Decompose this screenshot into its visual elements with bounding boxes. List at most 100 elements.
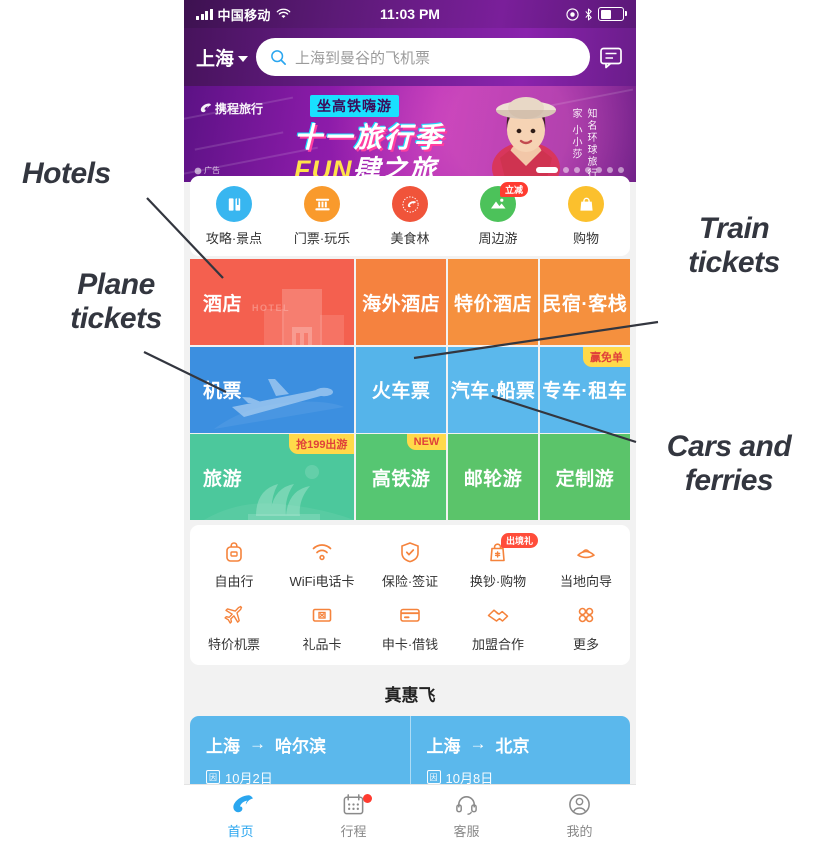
tile-highspeed-rail-tour[interactable]: NEW 高铁游 — [355, 434, 447, 520]
annotation-cars-and-ferries: Cars and ferries — [666, 430, 792, 497]
tile-discount-hotel[interactable]: 特价酒店 — [447, 259, 539, 345]
tile-cruise-label: 邮轮游 — [463, 468, 523, 490]
service-credit-loan[interactable]: 申卡·借钱 — [366, 596, 454, 659]
quick-entry-card: 攻略·景点 门票·玩乐 美食林 立减 周边游 购物 — [190, 176, 630, 256]
tile-overseas-hotel-label: 海外酒店 — [362, 293, 441, 315]
ad-label-text: 广告 — [204, 166, 220, 175]
quick-entry-tickets[interactable]: 门票·玩乐 — [278, 186, 366, 247]
category-tile-grid: HOTEL 酒店 海外酒店 特价酒店 民宿·客栈 机票 火车票 汽车·船票 赢免… — [190, 259, 630, 522]
deals-section: 真惠飞 上海 → 哈尔滨 因 10月2日 上海 → 北京 因 10月8日 — [184, 675, 636, 802]
tile-car-rental[interactable]: 赢免单 专车·租车 — [539, 346, 630, 433]
ad-label: 广告 — [194, 165, 220, 176]
service-currency-shopping[interactable]: 出境礼 换钞·购物 — [454, 532, 542, 596]
tile-custom-tour[interactable]: 定制游 — [539, 434, 630, 520]
deal-origin: 上海 — [206, 736, 240, 756]
tab-profile[interactable]: 我的 — [523, 785, 636, 846]
tile-car-rental-badge: 赢免单 — [583, 346, 630, 367]
do-not-disturb-icon — [566, 7, 579, 21]
tile-tour-badge: 抢199出游 — [289, 434, 355, 454]
service-local-guide[interactable]: 当地向导 — [542, 533, 630, 596]
tile-flight-label: 机票 — [203, 381, 243, 402]
service-discount-flight[interactable]: 特价机票 — [190, 596, 278, 659]
service-local-guide-label: 当地向导 — [559, 573, 612, 589]
phone-screen: 中国移动 11:03 PM 上海 上海到曼谷的飞机票 携程旅行 坐高铁嗨游 十一… — [184, 0, 636, 846]
shield-check-icon — [401, 541, 419, 562]
app-header: 上海 上海到曼谷的飞机票 — [184, 28, 636, 86]
service-more-label: 更多 — [572, 636, 599, 652]
service-insurance-visa-label: 保险·签证 — [381, 573, 439, 589]
tickets-fun-icon — [304, 186, 340, 222]
credit-card-icon — [400, 608, 420, 622]
service-wifi-simcard[interactable]: WiFi电话卡 — [278, 533, 366, 596]
deal-origin: 上海 — [426, 736, 461, 756]
service-wifi-simcard-label: WiFi电话卡 — [289, 573, 355, 589]
quick-entry-food-label: 美食林 — [390, 231, 430, 246]
search-input[interactable]: 上海到曼谷的飞机票 — [256, 38, 590, 76]
headset-icon — [456, 795, 477, 815]
guide-attractions-icon — [216, 186, 252, 222]
tab-profile-label: 我的 — [566, 823, 593, 839]
message-icon[interactable] — [598, 44, 624, 70]
service-free-travel[interactable]: 自由行 — [190, 533, 278, 596]
ctrip-dolphin-icon — [200, 103, 211, 113]
ad-dolphin-icon — [194, 167, 202, 174]
svg-text:HOTEL: HOTEL — [252, 303, 290, 313]
tile-tour[interactable]: 抢199出游 旅游 — [190, 434, 355, 520]
transport-tile-row: 机票 火车票 汽车·船票 赢免单 专车·租车 — [190, 346, 630, 433]
service-icon-card: 自由行 WiFi电话卡 保险·签证 出境礼 换钞·购物 当地向导 特价机票 礼品… — [190, 524, 630, 665]
ctrip-brand-logo: 携程旅行 — [198, 100, 263, 117]
banner-dots[interactable] — [536, 167, 624, 173]
quick-entry-nearby-label: 周边游 — [478, 231, 518, 246]
tab-trips[interactable]: 行程 — [297, 785, 410, 846]
wifi-icon — [312, 543, 332, 560]
bluetooth-icon — [585, 8, 592, 20]
tile-homestay-inn[interactable]: 民宿·客栈 — [539, 259, 630, 345]
shopping-bag-icon — [568, 186, 604, 222]
deal-route: 上海 → 哈尔滨 — [206, 732, 410, 757]
service-franchise-label: 加盟合作 — [471, 636, 524, 652]
wifi-icon — [276, 8, 291, 19]
service-insurance-visa[interactable]: 保险·签证 — [366, 533, 454, 596]
deals-title: 真惠飞 — [384, 685, 436, 705]
status-bar-left: 中国移动 — [196, 5, 291, 24]
quick-entry-nearby[interactable]: 立减 周边游 — [454, 182, 542, 247]
service-more[interactable]: 更多 — [542, 596, 630, 659]
service-discount-flight-label: 特价机票 — [207, 636, 260, 652]
tile-highspeed-rail-tour-badge: NEW — [406, 434, 447, 450]
tab-support[interactable]: 客服 — [410, 785, 523, 846]
tile-cruise[interactable]: 邮轮游 — [447, 434, 539, 520]
service-gift-card[interactable]: 礼品卡 — [278, 596, 366, 659]
tour-tile-row: 抢199出游 旅游 NEW 高铁游 邮轮游 定制游 — [190, 434, 630, 520]
quick-entry-food[interactable]: 美食林 — [366, 186, 454, 247]
tile-hotel-label: 酒店 — [203, 293, 243, 315]
tab-trips-badge-dot — [362, 794, 372, 803]
local-guide-hat-icon — [577, 548, 595, 558]
banner-brand-label: 携程旅行 — [215, 102, 264, 116]
ctrip-dolphin-icon — [233, 794, 253, 812]
service-franchise[interactable]: 加盟合作 — [454, 596, 542, 659]
quick-entry-guide[interactable]: 攻略·景点 — [190, 186, 278, 247]
promo-banner[interactable]: 携程旅行 坐高铁嗨游 十一旅行季 FUN肆之旅 知名环球旅行家 小小莎 广告 — [184, 86, 636, 182]
tile-hotel[interactable]: HOTEL 酒店 — [190, 259, 355, 345]
tab-support-label: 客服 — [453, 823, 480, 839]
city-selector[interactable]: 上海 — [196, 44, 249, 71]
banner-line-1: 坐高铁嗨游 — [310, 95, 399, 117]
arrow-right-icon: → — [249, 734, 266, 753]
backpack-icon — [226, 541, 242, 562]
calendar-icon — [343, 793, 364, 814]
hotel-tile-row: HOTEL 酒店 海外酒店 特价酒店 民宿·客栈 — [190, 259, 630, 345]
tile-highspeed-rail-tour-label: 高铁游 — [371, 468, 431, 490]
tile-overseas-hotel[interactable]: 海外酒店 — [355, 259, 447, 345]
tile-bus-ferry[interactable]: 汽车·船票 — [447, 346, 539, 433]
tile-bus-ferry-label: 汽车·船票 — [450, 381, 536, 402]
screenshot-root: Hotels Plane tickets Train tickets Cars … — [0, 0, 820, 846]
quick-entry-guide-label: 攻略·景点 — [205, 231, 263, 246]
quick-entry-shopping[interactable]: 购物 — [542, 186, 630, 247]
status-bar: 中国移动 11:03 PM — [184, 0, 636, 28]
tab-home[interactable]: 首页 — [184, 785, 297, 846]
tile-train-label: 火车票 — [371, 381, 431, 402]
service-currency-shopping-label: 换钞·购物 — [469, 573, 527, 589]
tile-train[interactable]: 火车票 — [355, 346, 447, 433]
carrier-label: 中国移动 — [217, 7, 271, 23]
tile-flight[interactable]: 机票 — [190, 346, 355, 433]
